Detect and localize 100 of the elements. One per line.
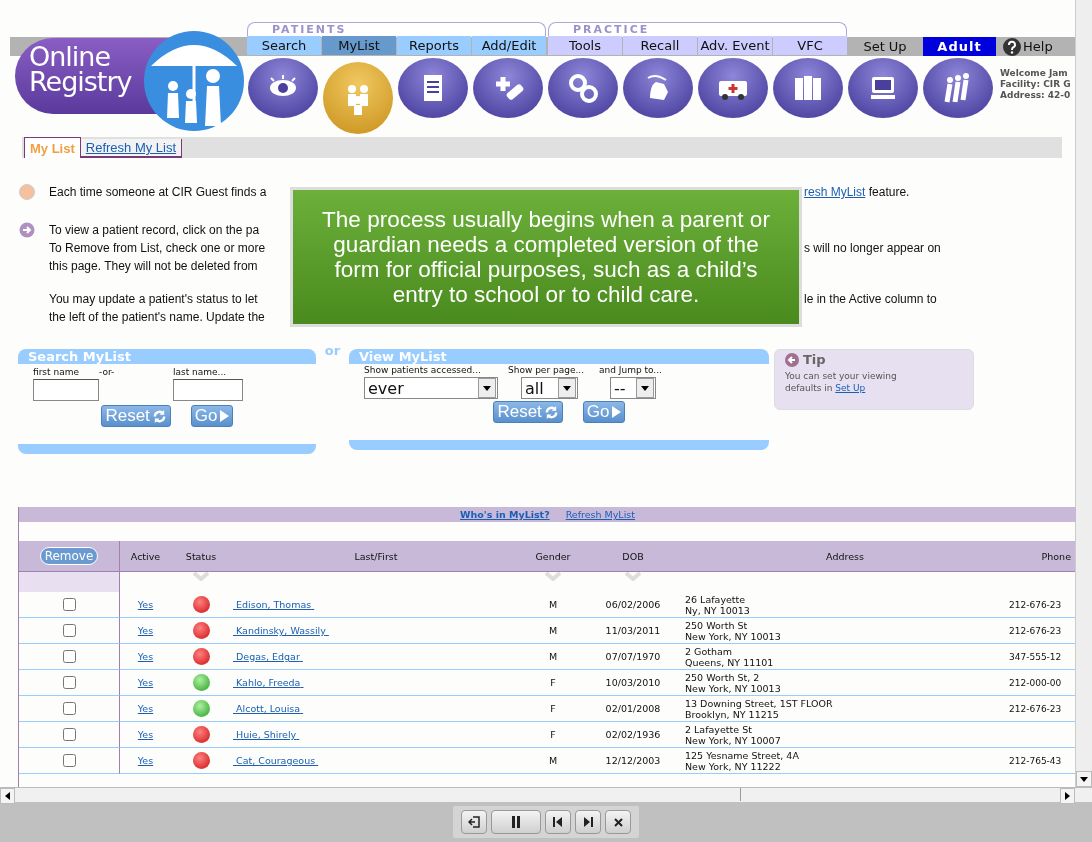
patient-name-link[interactable]: Huie, Shirely [233,729,300,740]
active-link[interactable]: Yes [137,651,154,662]
exit-button[interactable] [461,810,487,834]
patient-name-link[interactable]: Kahlo, Freeda [233,677,304,688]
info-text: You may update a patient's status to let [49,291,259,308]
back-arrow-icon [785,352,799,367]
table-cell: F [521,670,585,696]
caret-icon [563,385,571,391]
patient-name-link[interactable]: Kandinsky, Wassily [233,625,329,636]
active-link[interactable]: Yes [137,703,154,714]
table-cell: F [521,696,585,722]
per-page-dropdown[interactable]: all [521,377,578,399]
info-text: To Remove from List, check one or more [49,240,267,257]
address-line: Queens, NY 11101 [685,656,774,668]
caret-icon [641,385,649,391]
last-name-input[interactable] [173,379,243,401]
table-cell: M [521,644,585,670]
address-line: 2 Gotham [685,645,733,657]
tab-group-label: PRACTICE [548,22,847,36]
triangle-icon [611,406,621,418]
arrow-bullet-icon [18,222,36,238]
table-cell: 212-676-23 [1009,703,1062,714]
address-line: 26 Lafayette [685,593,746,605]
scroll-left-icon[interactable] [5,792,10,800]
pause-button[interactable] [491,810,541,834]
user-info-text: Address: 42-0 [1000,90,1071,101]
horizontal-scrollbar[interactable] [0,787,1092,802]
mode-tab[interactable]: Adult [923,37,996,56]
row-checkbox[interactable] [62,650,76,663]
or-label: -or- [99,367,116,377]
scroll-down-icon[interactable] [1080,776,1088,782]
patient-name-link[interactable]: Alcott, Louisa [233,703,304,714]
scroll-right-icon[interactable] [1065,792,1070,800]
family-umbrella-logo-icon [143,30,245,132]
row-checkbox[interactable] [62,728,76,741]
refresh-mylist-link[interactable]: resh MyList [804,185,866,199]
info-text: To view a patient record, click on the pa [49,222,261,239]
nav-tab[interactable]: Reports [397,36,471,55]
table-link[interactable]: Who's in MyList? [460,509,550,520]
jump-dropdown[interactable]: -- [610,377,656,399]
nav-tab[interactable]: Search [247,36,321,55]
address-line: 250 Worth St, 2 [685,671,760,683]
nav-tab[interactable]: Recall [623,36,697,55]
patient-name-link[interactable]: Edison, Thomas [233,599,315,610]
column-header: Address [681,541,1009,572]
close-button[interactable] [605,810,631,834]
table-cell: 10/03/2010 [585,670,681,696]
patient-name-link[interactable]: Degas, Edgar [233,651,303,662]
set-up-link[interactable]: Set Up [835,383,866,393]
row-checkbox[interactable] [62,598,76,611]
nav-tab[interactable]: VFC [773,36,847,55]
field-label: and Jump to... [599,365,662,375]
table-cell: M [521,618,585,644]
row-checkbox[interactable] [62,702,76,715]
help-link[interactable]: Help [1001,37,1055,56]
accessed-dropdown[interactable]: ever [364,377,498,399]
first-name-input[interactable] [33,379,99,401]
active-link[interactable]: Yes [137,755,154,766]
address-line: 250 Worth St [685,619,748,631]
active-link[interactable]: Yes [137,677,154,688]
info-text: resh MyList feature. [804,184,910,201]
page-tab[interactable]: Refresh My List [80,139,183,158]
tip-title: Tip [803,352,826,367]
previous-button[interactable] [545,810,571,834]
next-button[interactable] [575,810,601,834]
row-checkbox[interactable] [62,754,76,767]
or-text: or [323,343,342,358]
info-text: Each time someone at CIR Guest finds a [49,184,268,201]
address-line: 125 Yesname Street, 4A [685,749,799,761]
table-cell: 212-676-23 [1009,625,1062,636]
table-cell: 212-000-00 [1009,677,1062,688]
address-line: New York, NY 10007 [685,734,781,746]
address-line: Brooklyn, NY 11215 [685,708,779,720]
row-checkbox[interactable] [62,624,76,637]
panel-title: Search MyList [18,349,316,364]
nav-tab[interactable]: Add/Edit [472,36,546,55]
refresh-icon [543,404,559,420]
table-link[interactable]: Refresh MyList [565,509,635,520]
help-icon [1003,37,1021,56]
exit-icon [468,816,480,828]
active-link[interactable]: Yes [137,625,154,636]
field-label: first name [33,367,80,377]
address-line: Ny, NY 10013 [685,604,750,616]
vertical-scrollbar[interactable] [1075,0,1092,787]
row-checkbox[interactable] [62,676,76,689]
caption-overlay: The process usually begins when a parent or guardian needs a completed version of the form for official purposes, such as a child’s entry to school or to child care. [290,187,802,327]
skip-back-icon [553,817,563,827]
nav-tab[interactable]: Adv. Event [698,36,772,55]
nav-tab[interactable]: MyList [322,36,396,55]
active-link[interactable]: Yes [137,599,154,610]
info-text: this page. They will not be deleted from [49,258,259,275]
patient-name-link[interactable]: Cat, Courageous [233,755,319,766]
table-cell: 06/02/2006 [585,592,681,618]
bullet-dot-icon [18,184,36,200]
tip-text: You can set your viewing defaults in Set Up [785,370,898,394]
nav-tab[interactable]: Tools [548,36,622,55]
address-line: 13 Downing Street, 1ST FLOOR [685,697,833,709]
active-link[interactable]: Yes [137,729,154,740]
column-header: Phone [1009,541,1075,572]
table-cell: 212-765-43 [1009,755,1062,766]
